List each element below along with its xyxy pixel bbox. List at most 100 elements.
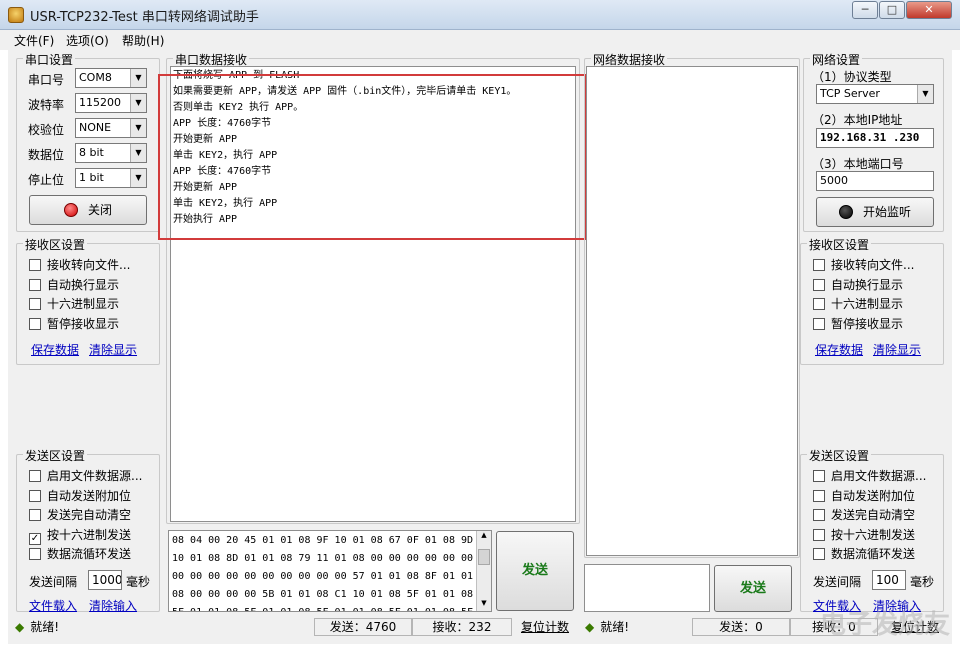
checkbox-icon[interactable] bbox=[29, 470, 41, 482]
port-select[interactable]: COM8 ▼ bbox=[75, 68, 147, 88]
right-send-settings-group: 发送区设置 启用文件数据源... 自动发送附加位 发送完自动清空 按十六进制发送… bbox=[800, 447, 944, 613]
serial-settings-title: 串口设置 bbox=[23, 51, 76, 68]
menu-help[interactable]: 帮助(H) bbox=[122, 32, 164, 49]
scroll-thumb[interactable] bbox=[478, 549, 490, 565]
scrollbar[interactable]: ▲ ▼ bbox=[476, 531, 491, 611]
protocol-value: TCP Server bbox=[820, 87, 880, 100]
scroll-up-icon[interactable]: ▲ bbox=[478, 531, 490, 539]
right-receive-option-0[interactable]: 接收转向文件... bbox=[813, 258, 914, 274]
baud-select[interactable]: 115200 ▼ bbox=[75, 93, 147, 113]
checkbox-icon[interactable] bbox=[813, 529, 825, 541]
right-status-ready: ◆ 就绪! bbox=[582, 618, 692, 636]
checkbox-icon[interactable] bbox=[29, 259, 41, 271]
option-label: 自动换行显示 bbox=[47, 278, 120, 292]
minimize-button[interactable]: ─ bbox=[852, 1, 878, 19]
right-receive-option-2[interactable]: 十六进制显示 bbox=[813, 297, 903, 313]
left-send-option-3[interactable]: ✓ 按十六进制发送 bbox=[29, 528, 132, 545]
chevron-down-icon[interactable]: ▼ bbox=[130, 119, 146, 137]
checkbox-icon[interactable] bbox=[29, 298, 41, 310]
network-settings-group: 网络设置 （1）协议类型 TCP Server ▼ （2）本地IP地址 192.1… bbox=[803, 51, 944, 232]
right-send-option-4[interactable]: 数据流循环发送 bbox=[813, 547, 915, 563]
serial-send-textarea[interactable]: 08 04 00 20 45 01 01 08 9F 10 01 08 67 0… bbox=[168, 530, 492, 612]
right-status-text: 就绪! bbox=[600, 620, 630, 634]
right-send-option-0[interactable]: 启用文件数据源... bbox=[813, 469, 926, 485]
ready-icon: ◆ bbox=[585, 620, 595, 634]
left-send-option-0[interactable]: 启用文件数据源... bbox=[29, 469, 142, 485]
right-interval-input[interactable]: 100 bbox=[872, 570, 906, 590]
left-receive-option-1[interactable]: 自动换行显示 bbox=[29, 278, 119, 294]
chevron-down-icon[interactable]: ▼ bbox=[130, 144, 146, 162]
left-send-option-4[interactable]: 数据流循环发送 bbox=[29, 547, 131, 563]
chevron-down-icon[interactable]: ▼ bbox=[130, 169, 146, 187]
chevron-down-icon[interactable]: ▼ bbox=[130, 94, 146, 112]
right-receive-option-3[interactable]: 暂停接收显示 bbox=[813, 317, 903, 333]
right-save-data-link[interactable]: 保存数据 bbox=[815, 341, 863, 358]
checkbox-icon[interactable] bbox=[813, 509, 825, 521]
left-clear-input-link[interactable]: 清除输入 bbox=[89, 597, 137, 614]
checkbox-icon[interactable] bbox=[29, 318, 41, 330]
left-clear-display-link[interactable]: 清除显示 bbox=[89, 341, 137, 358]
port-status-icon bbox=[63, 203, 78, 217]
databits-select[interactable]: 8 bit ▼ bbox=[75, 143, 147, 163]
protocol-select[interactable]: TCP Server ▼ bbox=[816, 84, 934, 104]
hex-line: 5F 01 01 08 5F 01 01 08 5F 01 01 08 5F 0… bbox=[172, 604, 488, 611]
left-interval-input[interactable]: 1000 bbox=[88, 570, 122, 590]
network-receive-textarea[interactable] bbox=[586, 66, 798, 556]
ip-input[interactable]: 192.168.31 .230 bbox=[816, 128, 934, 148]
left-send-option-1[interactable]: 自动发送附加位 bbox=[29, 489, 131, 505]
menu-options[interactable]: 选项(O) bbox=[66, 32, 109, 49]
parity-label: 校验位 bbox=[28, 123, 65, 137]
hex-line: 10 01 08 8D 01 01 08 79 11 01 08 00 00 0… bbox=[172, 553, 474, 564]
checkbox-icon[interactable] bbox=[813, 318, 825, 330]
right-receive-option-1[interactable]: 自动换行显示 bbox=[813, 278, 903, 294]
right-send-option-1[interactable]: 自动发送附加位 bbox=[813, 489, 915, 505]
close-button[interactable]: ✕ bbox=[906, 1, 952, 19]
network-send-button[interactable]: 发送 bbox=[714, 565, 792, 612]
option-label: 按十六进制发送 bbox=[47, 528, 132, 542]
checkbox-icon[interactable] bbox=[813, 548, 825, 560]
left-receive-option-2[interactable]: 十六进制显示 bbox=[29, 297, 119, 313]
checkbox-icon[interactable] bbox=[813, 279, 825, 291]
right-clear-display-link[interactable]: 清除显示 bbox=[873, 341, 921, 358]
checkbox-icon[interactable] bbox=[29, 279, 41, 291]
serial-send-button[interactable]: 发送 bbox=[496, 531, 574, 611]
checkbox-icon[interactable] bbox=[813, 470, 825, 482]
port-label: 串口号 bbox=[28, 73, 65, 87]
right-send-settings-title: 发送区设置 bbox=[807, 447, 872, 464]
checkbox-icon[interactable] bbox=[813, 259, 825, 271]
right-interval-label: 发送间隔 bbox=[813, 575, 862, 589]
start-listen-button[interactable]: 开始监听 bbox=[816, 197, 934, 227]
left-load-file-link[interactable]: 文件载入 bbox=[29, 597, 77, 614]
hex-line: 00 00 00 00 00 00 00 00 00 00 57 01 01 0… bbox=[172, 571, 474, 582]
checkbox-icon[interactable] bbox=[29, 509, 41, 521]
checkbox-icon[interactable] bbox=[29, 548, 41, 560]
left-save-data-link[interactable]: 保存数据 bbox=[31, 341, 79, 358]
left-send-option-2[interactable]: 发送完自动清空 bbox=[29, 508, 131, 524]
stopbits-select[interactable]: 1 bit ▼ bbox=[75, 168, 147, 188]
stopbits-value: 1 bit bbox=[79, 171, 104, 184]
port-value: COM8 bbox=[79, 71, 112, 84]
local-port-input[interactable]: 5000 bbox=[816, 171, 934, 191]
menu-file[interactable]: 文件(F) bbox=[14, 32, 54, 49]
network-send-textarea[interactable] bbox=[584, 564, 710, 612]
scroll-down-icon[interactable]: ▼ bbox=[478, 599, 490, 607]
checkbox-icon[interactable] bbox=[813, 490, 825, 502]
option-label: 暂停接收显示 bbox=[47, 317, 120, 331]
checkmark-icon[interactable]: ✓ bbox=[29, 533, 41, 545]
maximize-button[interactable]: □ bbox=[879, 1, 905, 19]
right-send-option-2[interactable]: 发送完自动清空 bbox=[813, 508, 915, 524]
close-port-button[interactable]: 关闭 bbox=[29, 195, 147, 225]
checkbox-icon[interactable] bbox=[29, 490, 41, 502]
left-receive-option-0[interactable]: 接收转向文件... bbox=[29, 258, 130, 274]
chevron-down-icon[interactable]: ▼ bbox=[917, 85, 933, 103]
checkbox-icon[interactable] bbox=[813, 298, 825, 310]
app-icon bbox=[8, 7, 24, 23]
title-bar[interactable]: USR-TCP232-Test 串口转网络调试助手 ─ □ ✕ bbox=[0, 0, 960, 30]
parity-select[interactable]: NONE ▼ bbox=[75, 118, 147, 138]
chevron-down-icon[interactable]: ▼ bbox=[130, 69, 146, 87]
left-receive-option-3[interactable]: 暂停接收显示 bbox=[29, 317, 119, 333]
databits-value: 8 bit bbox=[79, 146, 104, 159]
left-status-ready: ◆ 就绪! bbox=[8, 618, 314, 636]
right-send-option-3[interactable]: 按十六进制发送 bbox=[813, 528, 915, 544]
left-reset-counter[interactable]: 复位计数 bbox=[514, 618, 576, 636]
